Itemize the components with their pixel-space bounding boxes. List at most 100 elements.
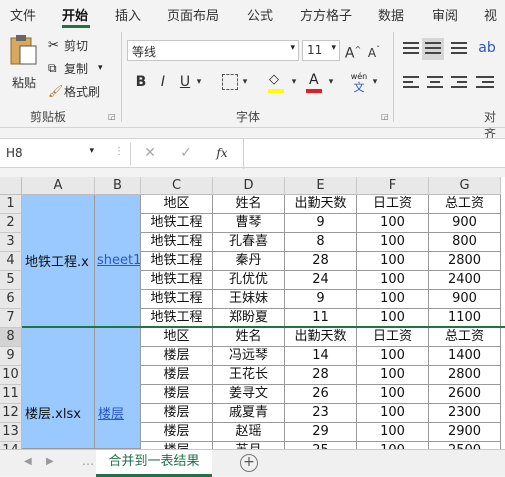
table-cell[interactable]: 23: [285, 404, 357, 423]
table-cell[interactable]: 秦丹: [213, 252, 285, 271]
table-cell[interactable]: 楼层: [141, 385, 213, 404]
fill-color-button[interactable]: ◇: [266, 72, 288, 94]
table-cell[interactable]: 100: [357, 404, 429, 423]
table-cell[interactable]: 孔春喜: [213, 233, 285, 252]
table-cell[interactable]: 日工资: [357, 328, 429, 347]
table-cell[interactable]: 地铁工程: [141, 252, 213, 271]
row-header-14[interactable]: 14: [0, 442, 22, 449]
bold-button[interactable]: B: [132, 72, 150, 92]
table-cell[interactable]: 姓名: [213, 195, 285, 214]
chevron-down-icon[interactable]: ▾: [194, 72, 204, 92]
align-left-icon[interactable]: [403, 76, 419, 90]
indent-icon[interactable]: [476, 76, 494, 90]
table-cell[interactable]: 25: [285, 442, 357, 449]
format-painter-button[interactable]: 🖌 格式刷: [48, 82, 100, 100]
table-cell[interactable]: 28: [285, 252, 357, 271]
italic-button[interactable]: I: [154, 72, 172, 92]
column-header-b[interactable]: B: [95, 177, 141, 195]
table-cell[interactable]: 姓名: [213, 328, 285, 347]
scroll-left-icon[interactable]: ◀: [24, 456, 32, 467]
name-box[interactable]: H8 ▾: [4, 144, 96, 164]
table-cell[interactable]: 冯远琴: [213, 347, 285, 366]
table-cell[interactable]: 地铁工程: [141, 290, 213, 309]
copy-button[interactable]: ⧉ 复制 ▾: [48, 59, 103, 77]
table-cell[interactable]: 2900: [429, 423, 501, 442]
table-cell[interactable]: 100: [357, 442, 429, 449]
table-cell[interactable]: 900: [429, 290, 501, 309]
align-right-icon[interactable]: [451, 76, 467, 90]
table-cell[interactable]: 王妹妹: [213, 290, 285, 309]
font-name-select[interactable]: 等线 ▾: [127, 40, 299, 61]
row-header-7[interactable]: 7: [0, 309, 22, 328]
row-header-3[interactable]: 3: [0, 233, 22, 252]
column-header-d[interactable]: D: [213, 177, 285, 195]
merged-cell-a-bottom[interactable]: 楼层.xlsx: [22, 327, 95, 449]
chevron-down-icon[interactable]: ▾: [289, 72, 299, 92]
table-cell[interactable]: 孔优优: [213, 271, 285, 290]
sheet-link[interactable]: 楼层: [98, 403, 124, 422]
merged-cell-b-bottom[interactable]: 楼层: [95, 327, 141, 449]
insert-function-icon[interactable]: fx: [212, 143, 232, 163]
more-sheets-icon[interactable]: …: [82, 454, 94, 468]
borders-icon[interactable]: [222, 74, 238, 90]
column-header-e[interactable]: E: [285, 177, 357, 195]
table-cell[interactable]: 29: [285, 423, 357, 442]
paste-button[interactable]: 粘贴: [8, 34, 40, 98]
table-cell[interactable]: 2400: [429, 271, 501, 290]
table-cell[interactable]: 日工资: [357, 195, 429, 214]
enter-check-icon[interactable]: ✓: [176, 143, 196, 163]
table-cell[interactable]: 2800: [429, 366, 501, 385]
sheet-tab-active[interactable]: 合并到一表结果: [96, 450, 212, 477]
table-cell[interactable]: 出勤天数: [285, 328, 357, 347]
formula-input[interactable]: [246, 139, 505, 169]
tab-formulas[interactable]: 公式: [247, 5, 273, 24]
table-cell[interactable]: 100: [357, 366, 429, 385]
row-header-9[interactable]: 9: [0, 347, 22, 366]
orientation-icon[interactable]: ab: [476, 38, 498, 58]
align-bottom-icon[interactable]: [451, 42, 467, 56]
row-header-1[interactable]: 1: [0, 195, 22, 214]
row-header-11[interactable]: 11: [0, 385, 22, 404]
font-color-button[interactable]: A: [304, 72, 326, 94]
align-center-icon[interactable]: [427, 76, 443, 90]
add-sheet-icon[interactable]: +: [240, 454, 258, 472]
dialog-launcher-icon[interactable]: ◲: [381, 112, 389, 121]
tab-data[interactable]: 数据: [378, 5, 404, 24]
table-cell[interactable]: 地区: [141, 195, 213, 214]
tab-insert[interactable]: 插入: [115, 5, 141, 24]
table-cell[interactable]: 楼层: [141, 366, 213, 385]
column-header-c[interactable]: C: [141, 177, 213, 195]
table-cell[interactable]: 14: [285, 347, 357, 366]
select-all-corner[interactable]: [0, 177, 22, 195]
table-cell[interactable]: 姜寻文: [213, 385, 285, 404]
row-header-12[interactable]: 12: [0, 404, 22, 423]
table-cell[interactable]: 28: [285, 366, 357, 385]
table-cell[interactable]: 100: [357, 233, 429, 252]
table-cell[interactable]: 楼层: [141, 423, 213, 442]
table-cell[interactable]: 8: [285, 233, 357, 252]
sheet-link[interactable]: sheet1: [97, 253, 140, 268]
table-cell[interactable]: 900: [429, 214, 501, 233]
table-cell[interactable]: 楼层: [141, 442, 213, 449]
table-cell[interactable]: 楼层: [141, 347, 213, 366]
table-cell[interactable]: 楼层: [141, 404, 213, 423]
table-cell[interactable]: 2300: [429, 404, 501, 423]
tab-fangfang[interactable]: 方方格子: [300, 5, 352, 24]
table-cell[interactable]: 苏月: [213, 442, 285, 449]
font-size-select[interactable]: 11 ▾: [302, 40, 340, 61]
row-header-8[interactable]: 8: [0, 328, 22, 347]
tab-file[interactable]: 文件: [10, 5, 36, 24]
table-cell[interactable]: 1400: [429, 347, 501, 366]
chevron-down-icon[interactable]: ▾: [240, 72, 250, 92]
scroll-right-icon[interactable]: ▶: [46, 456, 54, 467]
row-header-2[interactable]: 2: [0, 214, 22, 233]
row-header-10[interactable]: 10: [0, 366, 22, 385]
table-cell[interactable]: 100: [357, 385, 429, 404]
table-cell[interactable]: 赵瑶: [213, 423, 285, 442]
merged-cell-a-top[interactable]: 地铁工程.x: [22, 195, 95, 327]
cancel-icon[interactable]: ✕: [140, 143, 160, 163]
table-cell[interactable]: 100: [357, 252, 429, 271]
table-cell[interactable]: 地铁工程: [141, 214, 213, 233]
row-header-13[interactable]: 13: [0, 423, 22, 442]
row-header-4[interactable]: 4: [0, 252, 22, 271]
